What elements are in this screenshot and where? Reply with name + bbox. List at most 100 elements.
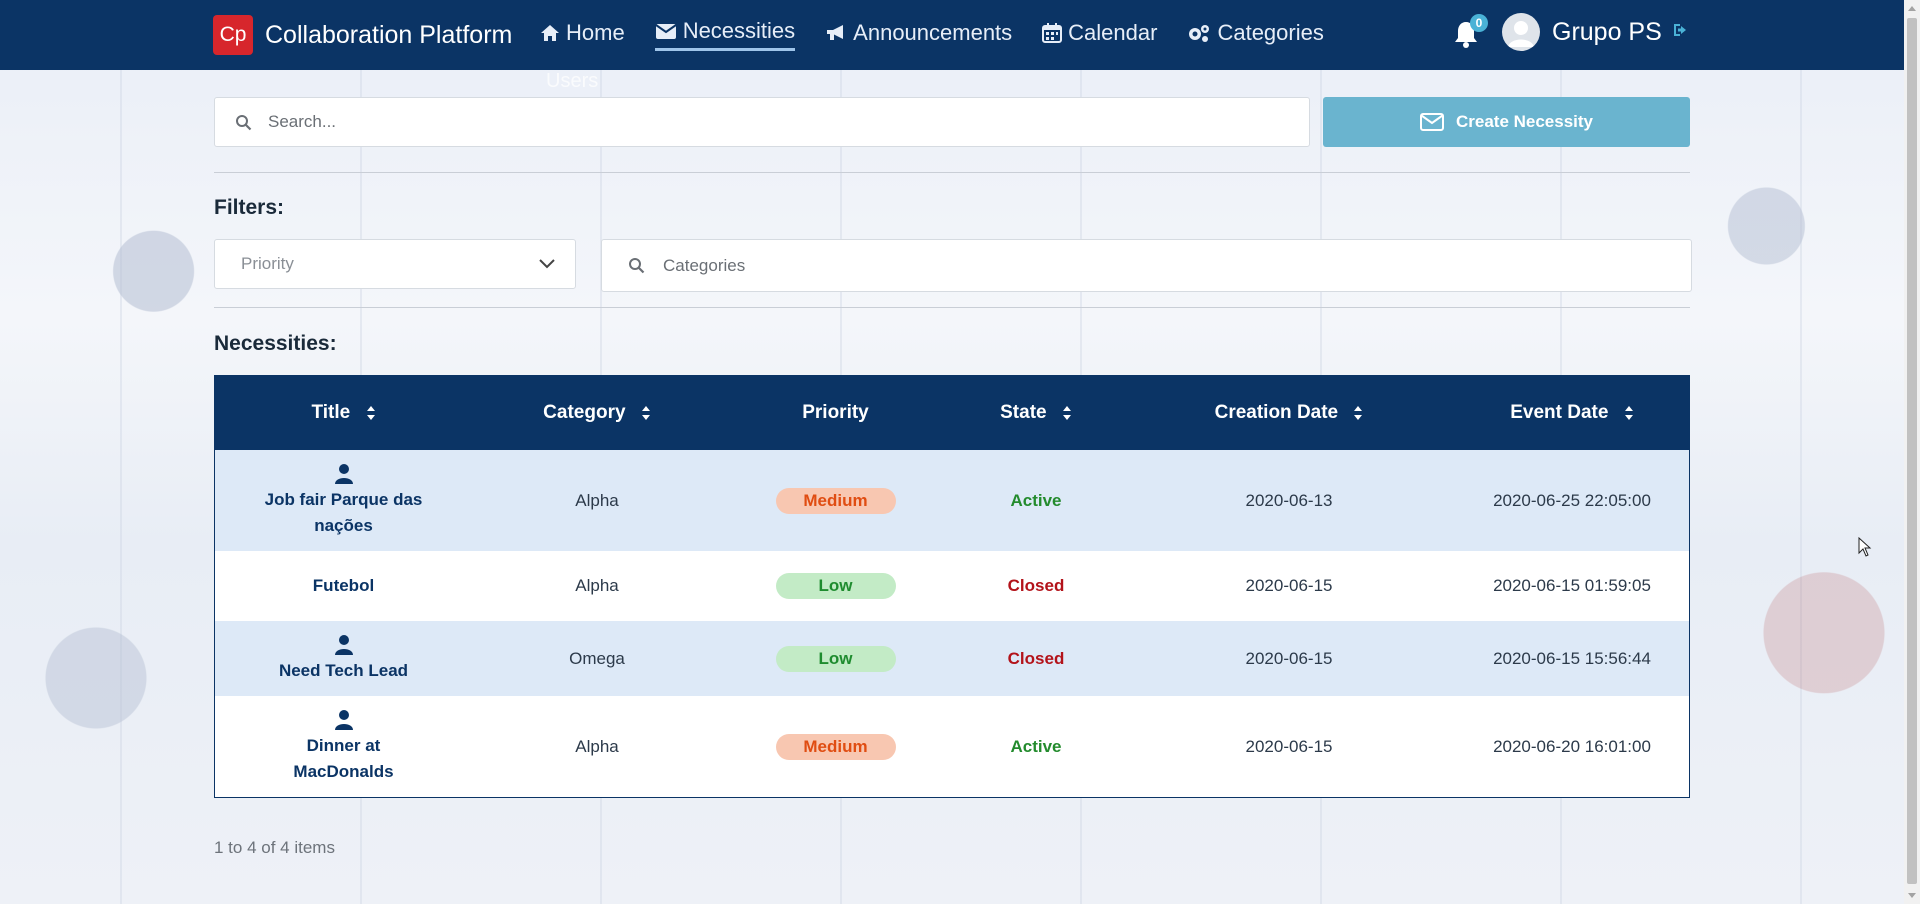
row-event-date: 2020-06-20 16:01:00 <box>1493 736 1651 756</box>
vertical-scrollbar[interactable] <box>1904 0 1920 904</box>
nav-categories-label: Categories <box>1217 19 1324 45</box>
row-title-cell[interactable]: Need Tech Lead <box>215 621 472 696</box>
column-title-label: Title <box>311 402 351 423</box>
row-title-cell[interactable]: Dinner at MacDonalds <box>215 696 472 797</box>
row-category: Alpha <box>575 490 619 510</box>
priority-badge: Medium <box>775 733 896 760</box>
user-name[interactable]: Grupo PS <box>1552 18 1662 47</box>
envelope-outline-icon <box>1419 113 1444 131</box>
column-header-title[interactable]: Title <box>215 376 472 450</box>
row-title: Job fair Parque das nações <box>264 489 423 535</box>
chevron-down-icon <box>539 259 555 269</box>
create-necessity-button[interactable]: Create Necessity <box>1323 97 1690 147</box>
priority-select[interactable]: Priority <box>214 239 576 289</box>
brand-name: Collaboration Platform <box>265 20 513 49</box>
row-title-cell[interactable]: Futebol <box>215 551 472 621</box>
nav-announcements-label: Announcements <box>853 19 1013 45</box>
scrollbar-thumb[interactable] <box>1907 18 1917 884</box>
nav-calendar[interactable]: Calendar <box>1042 18 1157 51</box>
search-box[interactable] <box>214 97 1310 147</box>
priority-badge: Low <box>775 645 896 672</box>
search-icon <box>629 258 645 274</box>
row-state: Closed <box>1007 576 1065 595</box>
divider <box>214 307 1690 308</box>
column-header-priority: Priority <box>722 376 949 450</box>
categories-filter-placeholder: Categories <box>663 255 746 275</box>
row-event-date: 2020-06-15 15:56:44 <box>1493 648 1651 668</box>
column-priority-label: Priority <box>802 402 869 423</box>
row-creation-date: 2020-06-13 <box>1245 490 1333 510</box>
sort-icon <box>1624 405 1633 420</box>
nav-necessities[interactable]: Necessities <box>654 18 796 51</box>
nav-home-label: Home <box>566 19 625 45</box>
categories-filter-input[interactable]: Categories <box>601 239 1692 292</box>
nav-calendar-label: Calendar <box>1068 19 1158 45</box>
mouse-cursor-icon <box>1858 537 1872 557</box>
user-avatar-icon <box>1508 21 1534 47</box>
logout-button[interactable] <box>1672 22 1690 43</box>
user-icon <box>334 463 353 484</box>
column-header-state[interactable]: State <box>949 376 1123 450</box>
envelope-icon <box>655 23 677 39</box>
row-title: Futebol <box>312 576 375 595</box>
divider <box>214 172 1690 173</box>
row-event-date: 2020-06-25 22:05:00 <box>1493 490 1651 510</box>
scroll-down-arrow-icon[interactable] <box>1908 893 1916 898</box>
sort-icon <box>1354 405 1363 420</box>
search-input[interactable] <box>266 111 1250 133</box>
row-state: Active <box>1010 490 1062 510</box>
brand-logo: Cp <box>213 15 253 55</box>
sort-icon <box>366 405 375 420</box>
table-row[interactable]: Need Tech Lead Omega Low Closed 2020-06-… <box>215 621 1689 696</box>
home-icon <box>541 24 559 41</box>
sort-icon <box>641 405 650 420</box>
notifications-button[interactable]: 0 <box>1452 14 1488 50</box>
row-category: Alpha <box>575 736 619 756</box>
row-event-date: 2020-06-15 01:59:05 <box>1493 576 1651 595</box>
priority-badge: Low <box>775 573 896 599</box>
search-icon <box>236 114 252 130</box>
table-header-row: Title Category Priority State Creation D… <box>215 376 1689 450</box>
notifications-count-badge: 0 <box>1470 14 1488 32</box>
nav-right: 0 Grupo PS <box>1452 13 1690 51</box>
row-priority-cell: Low <box>722 621 949 696</box>
nav-categories[interactable]: Categories <box>1187 18 1324 51</box>
row-creation-date: 2020-06-15 <box>1245 576 1333 595</box>
sort-icon <box>1062 405 1071 420</box>
pagination-info: 1 to 4 of 4 items <box>214 838 335 857</box>
calendar-icon <box>1042 22 1063 43</box>
column-category-label: Category <box>543 402 626 423</box>
avatar[interactable] <box>1502 13 1540 51</box>
row-title-cell[interactable]: Job fair Parque das nações <box>215 450 472 551</box>
scroll-up-arrow-icon[interactable] <box>1908 6 1916 11</box>
necessities-title: Necessities: <box>214 332 337 355</box>
row-category: Alpha <box>575 576 619 595</box>
nav-announcements[interactable]: Announcements <box>825 18 1012 51</box>
row-priority-cell: Medium <box>722 450 949 551</box>
user-icon <box>334 634 353 655</box>
row-creation-date: 2020-06-15 <box>1245 648 1333 668</box>
megaphone-icon <box>827 24 844 40</box>
table-row[interactable]: Dinner at MacDonalds Alpha Medium Active… <box>215 696 1689 797</box>
table-row[interactable]: Futebol Alpha Low Closed 2020-06-15 2020… <box>215 551 1689 621</box>
priority-badge: Medium <box>775 487 896 514</box>
row-state: Closed <box>1007 648 1065 668</box>
nav-home[interactable]: Home <box>540 18 625 51</box>
column-header-category[interactable]: Category <box>472 376 722 450</box>
search-row: Create Necessity <box>214 97 1690 147</box>
row-title: Need Tech Lead <box>278 660 409 680</box>
necessities-table: Title Category Priority State Creation D… <box>214 375 1690 798</box>
column-header-creation-date[interactable]: Creation Date <box>1123 376 1455 450</box>
nav-necessities-label: Necessities <box>682 18 796 43</box>
column-state-label: State <box>1000 402 1047 423</box>
row-category: Omega <box>569 648 625 668</box>
gears-icon <box>1189 24 1210 42</box>
brand[interactable]: Cp Collaboration Platform <box>213 15 512 55</box>
table-row[interactable]: Job fair Parque das nações Alpha Medium … <box>215 450 1689 551</box>
nav-users-overflow[interactable]: Users <box>546 70 598 93</box>
row-state: Active <box>1010 736 1062 756</box>
row-creation-date: 2020-06-15 <box>1245 736 1333 756</box>
column-event-date-label: Event Date <box>1510 402 1609 423</box>
column-header-event-date[interactable]: Event Date <box>1455 376 1689 450</box>
column-creation-date-label: Creation Date <box>1214 402 1339 423</box>
